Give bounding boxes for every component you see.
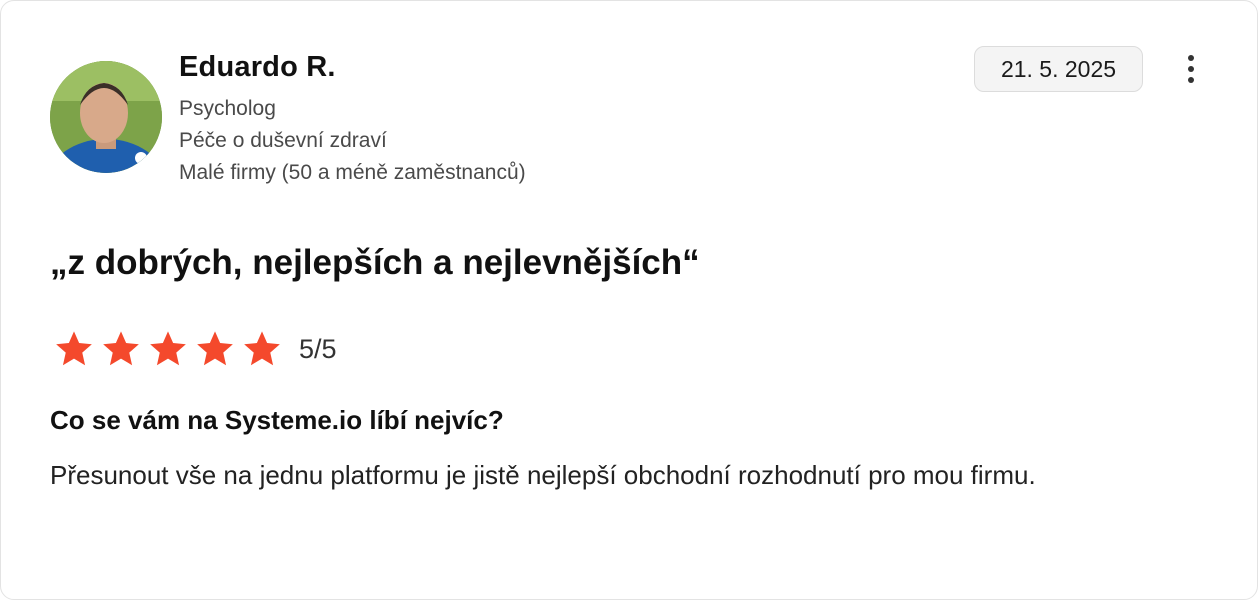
review-card: Eduardo R. Psycholog Péče o duševní zdra… xyxy=(0,0,1258,600)
reviewer-role: Psycholog xyxy=(179,97,276,120)
star-icon xyxy=(244,331,280,366)
review-title: „z dobrých, nejlepších a nejlevnějších“ xyxy=(50,243,700,282)
star-icon xyxy=(197,331,233,366)
reviewer-industry: Péče o duševní zdraví xyxy=(179,129,387,152)
more-options-button[interactable] xyxy=(1177,51,1205,87)
star-icon xyxy=(56,331,92,366)
star-icon xyxy=(150,331,186,366)
more-vertical-icon xyxy=(1188,55,1194,61)
review-answer: Přesunout vše na jednu platformu je jist… xyxy=(50,460,1036,490)
avatar xyxy=(50,61,162,173)
reviewer-name: Eduardo R. xyxy=(179,51,336,83)
rating-score: 5/5 xyxy=(299,334,337,364)
review-question: Co se vám na Systeme.io líbí nejvíc? xyxy=(50,405,504,435)
review-date-badge: 21. 5. 2025 xyxy=(974,46,1143,92)
star-icon xyxy=(103,331,139,366)
star-rating xyxy=(54,330,282,368)
reviewer-company-size: Malé firmy (50 a méně zaměstnanců) xyxy=(179,161,526,184)
